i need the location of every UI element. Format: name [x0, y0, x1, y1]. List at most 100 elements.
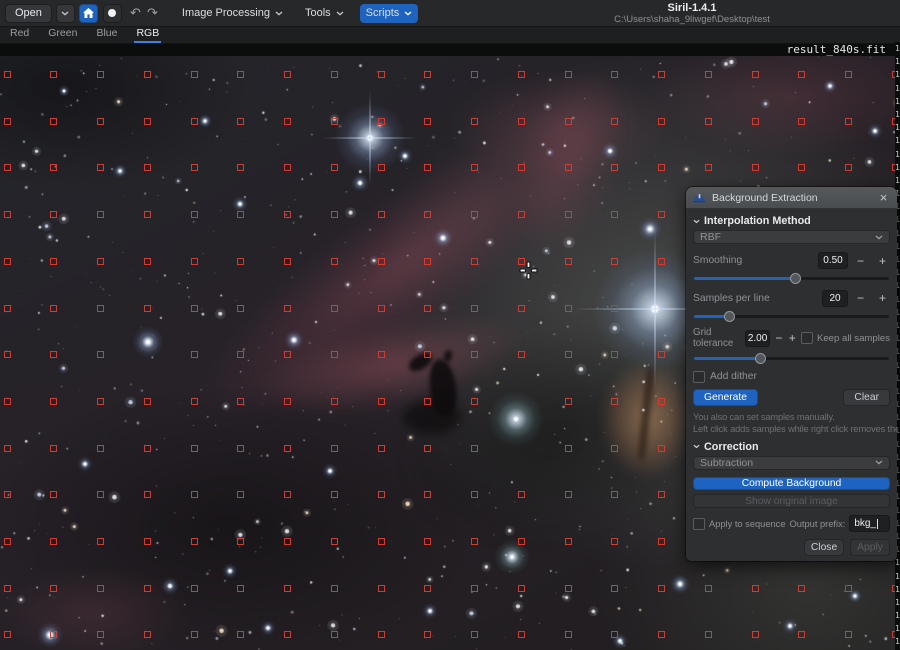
background-sample[interactable] — [237, 585, 244, 592]
keep-all-samples-checkbox[interactable] — [801, 332, 813, 344]
background-sample[interactable] — [611, 305, 618, 312]
background-sample[interactable] — [4, 538, 11, 545]
background-sample[interactable] — [144, 585, 151, 592]
background-sample[interactable] — [518, 164, 525, 171]
background-sample[interactable] — [705, 585, 712, 592]
background-sample[interactable] — [471, 258, 478, 265]
background-sample[interactable] — [378, 258, 385, 265]
background-sample[interactable] — [845, 71, 852, 78]
background-sample[interactable] — [705, 164, 712, 171]
background-sample[interactable] — [191, 118, 198, 125]
background-sample[interactable] — [424, 491, 431, 498]
background-sample[interactable] — [565, 585, 572, 592]
background-sample[interactable] — [97, 164, 104, 171]
background-sample[interactable] — [424, 585, 431, 592]
background-sample[interactable] — [4, 305, 11, 312]
background-sample[interactable] — [845, 631, 852, 638]
background-sample[interactable] — [4, 351, 11, 358]
background-sample[interactable] — [284, 351, 291, 358]
background-sample[interactable] — [284, 585, 291, 592]
background-sample[interactable] — [50, 398, 57, 405]
close-button[interactable]: Close — [804, 539, 844, 556]
background-sample[interactable] — [658, 118, 665, 125]
slider-knob[interactable] — [755, 353, 766, 364]
background-sample[interactable] — [845, 585, 852, 592]
background-sample[interactable] — [658, 351, 665, 358]
background-sample[interactable] — [284, 445, 291, 452]
background-sample[interactable] — [144, 305, 151, 312]
background-sample[interactable] — [658, 211, 665, 218]
background-sample[interactable] — [237, 445, 244, 452]
background-sample[interactable] — [565, 538, 572, 545]
background-sample[interactable] — [565, 398, 572, 405]
background-sample[interactable] — [331, 211, 338, 218]
background-sample[interactable] — [471, 211, 478, 218]
background-sample[interactable] — [191, 211, 198, 218]
background-sample[interactable] — [471, 631, 478, 638]
background-sample[interactable] — [378, 445, 385, 452]
interpolation-method-select[interactable]: RBF — [693, 230, 890, 244]
scripts-menu[interactable]: Scripts — [360, 4, 419, 23]
background-sample[interactable] — [4, 491, 11, 498]
background-sample[interactable] — [237, 398, 244, 405]
open-button[interactable]: Open — [5, 4, 52, 23]
background-sample[interactable] — [611, 351, 618, 358]
background-sample[interactable] — [565, 118, 572, 125]
background-sample[interactable] — [237, 211, 244, 218]
background-sample[interactable] — [611, 211, 618, 218]
undo-button[interactable]: ↶ — [128, 5, 143, 21]
tab-red[interactable]: Red — [8, 27, 31, 43]
background-sample[interactable] — [144, 398, 151, 405]
background-sample[interactable] — [237, 491, 244, 498]
background-sample[interactable] — [97, 305, 104, 312]
background-sample[interactable] — [50, 211, 57, 218]
background-sample[interactable] — [471, 398, 478, 405]
compute-background-button[interactable]: Compute Background — [693, 477, 890, 491]
background-sample[interactable] — [378, 211, 385, 218]
background-sample[interactable] — [658, 631, 665, 638]
background-sample[interactable] — [658, 258, 665, 265]
background-sample[interactable] — [798, 631, 805, 638]
grid-tolerance-slider[interactable] — [694, 352, 889, 361]
add-dither-checkbox[interactable] — [693, 371, 705, 383]
background-sample[interactable] — [471, 538, 478, 545]
background-sample[interactable] — [424, 445, 431, 452]
home-button[interactable] — [79, 4, 98, 23]
background-sample[interactable] — [471, 164, 478, 171]
samples-per-line-slider[interactable] — [694, 310, 889, 319]
background-sample[interactable] — [378, 305, 385, 312]
smoothing-increment-button[interactable]: + — [875, 254, 890, 268]
background-sample[interactable] — [658, 71, 665, 78]
dialog-titlebar[interactable]: Background Extraction × — [686, 187, 897, 209]
background-sample[interactable] — [50, 71, 57, 78]
background-sample[interactable] — [50, 164, 57, 171]
background-sample[interactable] — [378, 491, 385, 498]
background-sample[interactable] — [331, 398, 338, 405]
background-sample[interactable] — [424, 211, 431, 218]
background-sample[interactable] — [518, 538, 525, 545]
background-sample[interactable] — [471, 351, 478, 358]
background-sample[interactable] — [97, 351, 104, 358]
tools-menu[interactable]: Tools — [299, 4, 350, 23]
smoothing-slider[interactable] — [694, 272, 889, 281]
correction-method-select[interactable]: Subtraction — [693, 456, 890, 470]
output-prefix-input[interactable]: bkg_ — [849, 515, 890, 532]
smoothing-value[interactable]: 0.50 — [818, 252, 848, 269]
background-sample[interactable] — [471, 585, 478, 592]
background-sample[interactable] — [237, 118, 244, 125]
background-sample[interactable] — [4, 585, 11, 592]
background-sample[interactable] — [331, 71, 338, 78]
background-sample[interactable] — [378, 398, 385, 405]
correction-section-expander[interactable]: Correction — [693, 441, 890, 453]
background-sample[interactable] — [237, 631, 244, 638]
background-sample[interactable] — [752, 164, 759, 171]
background-sample[interactable] — [284, 305, 291, 312]
background-sample[interactable] — [611, 538, 618, 545]
record-button[interactable] — [103, 4, 122, 23]
background-sample[interactable] — [378, 164, 385, 171]
background-sample[interactable] — [284, 631, 291, 638]
background-sample[interactable] — [378, 585, 385, 592]
background-sample[interactable] — [705, 631, 712, 638]
background-sample[interactable] — [331, 585, 338, 592]
background-sample[interactable] — [611, 164, 618, 171]
